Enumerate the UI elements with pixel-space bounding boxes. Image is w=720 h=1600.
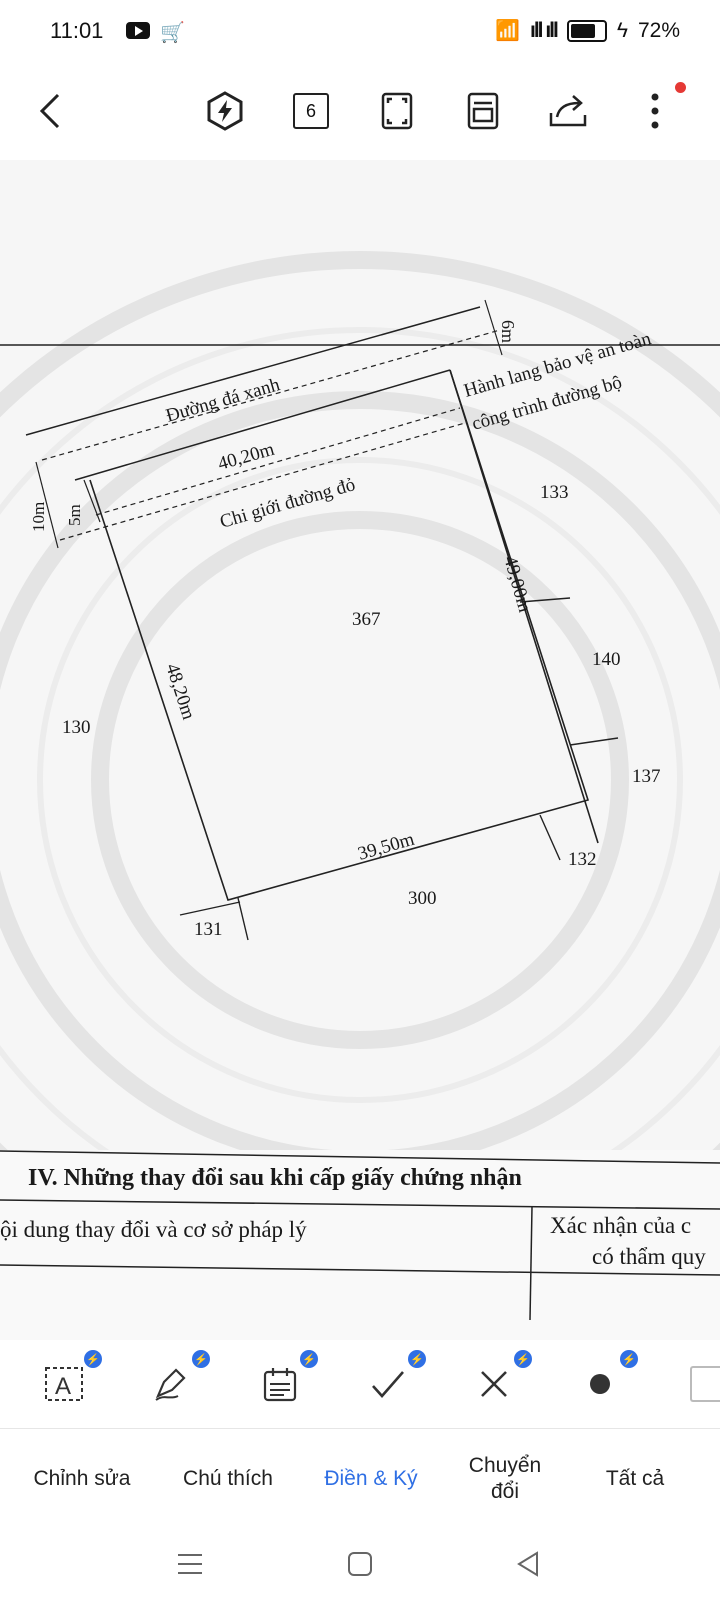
table-col2-header-2: có thẩm quy: [592, 1244, 706, 1269]
more-options-button[interactable]: [630, 82, 686, 136]
tab-fill-sign[interactable]: Điền & Ký: [296, 1429, 446, 1529]
page-count-button[interactable]: 6: [286, 86, 336, 136]
share-button[interactable]: [544, 86, 594, 136]
check-tool-button[interactable]: ⚡: [360, 1350, 426, 1410]
reading-mode-icon: [467, 92, 499, 130]
bottom-edge-length: 39,50m: [356, 829, 417, 865]
share-icon: [549, 95, 587, 127]
page-count-icon: 6: [293, 93, 329, 129]
premium-badge: ⚡: [192, 1350, 210, 1368]
tab-annotate[interactable]: Chú thích: [156, 1429, 300, 1529]
road-width-label: 6m: [498, 320, 518, 343]
more-tools-button[interactable]: [676, 1358, 720, 1410]
reading-mode-button[interactable]: [458, 86, 508, 136]
premium-badge: ⚡: [620, 1350, 638, 1368]
notification-dot: [675, 82, 686, 93]
square-tool-icon: [690, 1366, 720, 1402]
calendar-icon: [263, 1368, 297, 1402]
dot-tool-button[interactable]: ⚡: [572, 1350, 638, 1410]
land-parcel-map: Đường đá xanh 6m Hành lang bảo vệ an toà…: [0, 251, 720, 1340]
top-edge-length: 40,20m: [216, 439, 277, 475]
offset-5-label: 5m: [65, 504, 84, 526]
wifi-icon: 📶: [495, 20, 520, 42]
status-time: 11:01: [50, 18, 104, 43]
parcel-137-number: 137: [632, 766, 661, 787]
status-bar: 11:01 🛒 📶 ıll ıll ϟ 72%: [0, 0, 720, 64]
back-arrow-icon: [39, 93, 60, 129]
premium-badge: ⚡: [514, 1350, 532, 1368]
parcel-140-number: 140: [592, 649, 621, 670]
section-title: IV. Những thay đổi sau khi cấp giấy chứn…: [28, 1165, 522, 1191]
fullscreen-button[interactable]: [372, 86, 422, 136]
parcel-130-number: 130: [62, 717, 91, 738]
shop-icon: 🛒: [160, 22, 185, 44]
bottom-tab-bar: Chỉnh sửa Chú thích Điền & Ký Chuyển đổi…: [0, 1428, 720, 1529]
square-home-icon: [348, 1552, 372, 1576]
cross-tool-button[interactable]: ⚡: [466, 1350, 532, 1410]
offset-10-label: 10m: [29, 502, 48, 532]
premium-badge: ⚡: [84, 1350, 102, 1368]
cross-icon: [481, 1371, 507, 1397]
sign-tool-button[interactable]: ⚡: [144, 1350, 210, 1410]
dot-icon: [590, 1374, 610, 1394]
parcel-132-number: 132: [568, 849, 597, 870]
watermark-pattern: [0, 251, 720, 1309]
quick-action-button[interactable]: [200, 86, 250, 136]
youtube-icon: [126, 22, 150, 39]
signal-icon: ıll ıll: [530, 18, 559, 42]
system-nav-bar: [0, 1528, 720, 1600]
more-vertical-icon: [651, 93, 659, 129]
recent-apps-button[interactable]: [170, 1546, 210, 1582]
parcel-300-number: 300: [408, 888, 437, 909]
table-col1-header: ội dung thay đổi và cơ sở pháp lý: [0, 1217, 307, 1242]
fill-sign-toolbar: A ⚡ ⚡ ⚡ ⚡ ⚡ ⚡: [0, 1340, 720, 1428]
svg-text:A: A: [55, 1373, 71, 1400]
signature-pen-icon: [155, 1368, 186, 1401]
text-tool-button[interactable]: A ⚡: [36, 1350, 102, 1410]
fullscreen-icon: [381, 92, 413, 130]
premium-badge: ⚡: [300, 1350, 318, 1368]
date-tool-button[interactable]: ⚡: [252, 1350, 318, 1410]
boundary-300-132: [539, 814, 561, 861]
boundary-131-left: [179, 901, 241, 916]
battery-level: 72%: [637, 18, 680, 42]
page-count: 6: [305, 100, 316, 121]
triangle-back-icon: [517, 1551, 538, 1577]
battery-icon: [566, 19, 607, 42]
lightning-hexagon-icon: [207, 91, 243, 131]
tab-edit[interactable]: Chỉnh sửa: [0, 1429, 164, 1529]
app-bar: 6: [0, 64, 720, 160]
premium-badge: ⚡: [408, 1350, 426, 1368]
charging-icon: ϟ: [616, 18, 628, 42]
back-button[interactable]: [26, 86, 76, 136]
text-box-icon: A: [45, 1367, 83, 1401]
boundary-131-300: [237, 897, 249, 941]
home-button[interactable]: [340, 1546, 380, 1582]
parcel-133-number: 133: [540, 482, 569, 503]
tab-convert[interactable]: Chuyển đổi: [440, 1429, 570, 1529]
parcel-main-number: 367: [352, 609, 381, 630]
document-page[interactable]: Đường đá xanh 6m Hành lang bảo vệ an toà…: [0, 160, 720, 1340]
table-col2-header-1: Xác nhận của c: [550, 1213, 691, 1238]
tab-all[interactable]: Tất cả: [570, 1429, 700, 1529]
menu-lines-icon: [178, 1554, 202, 1574]
checkmark-icon: [372, 1371, 404, 1398]
back-nav-button[interactable]: [508, 1546, 548, 1582]
parcel-131-number: 131: [194, 919, 223, 940]
